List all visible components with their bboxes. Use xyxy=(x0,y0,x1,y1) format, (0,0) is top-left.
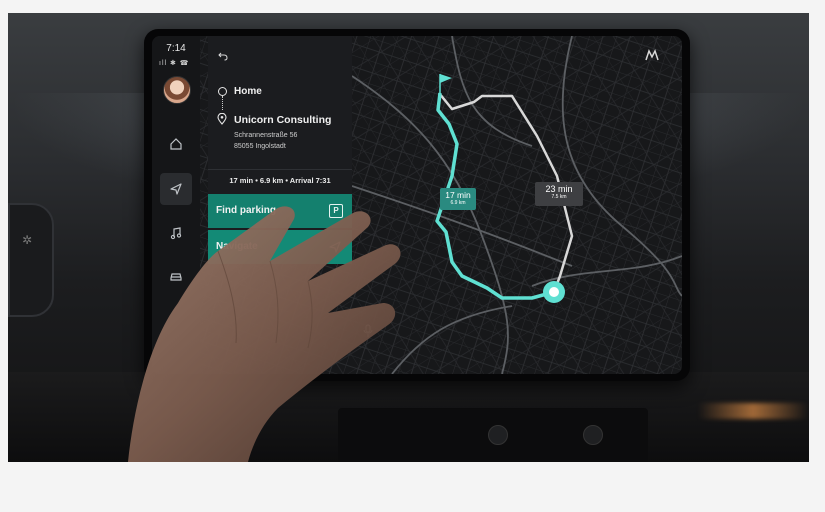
navigate-button[interactable]: Navigate xyxy=(208,230,352,264)
microphone-icon[interactable] xyxy=(362,324,374,338)
car-dashboard-photo: ✲ 17 min 6.9 km 23 min 7.5 km 7:14 ıll ✱… xyxy=(8,13,809,462)
rail-navigation-button[interactable] xyxy=(160,173,192,205)
infotainment-display: 17 min 6.9 km 23 min 7.5 km 7:14 ıll ✱ ☎ xyxy=(144,29,690,381)
console-knob xyxy=(488,425,508,445)
primary-route-eta[interactable]: 17 min 6.9 km xyxy=(440,188,476,210)
navigation-screen: 17 min 6.9 km 23 min 7.5 km 7:14 ıll ✱ ☎ xyxy=(152,36,682,374)
route-panel: Home Unicorn Consulting Schrannenstraße … xyxy=(208,36,352,264)
navigate-label: Navigate xyxy=(216,241,258,252)
alternative-route-distance: 7.5 km xyxy=(551,194,567,200)
avatar[interactable] xyxy=(163,76,191,104)
destination-street: Schrannenstraße 56 xyxy=(234,132,298,139)
clock: 7:14 xyxy=(166,43,186,54)
primary-route-distance: 6.9 km xyxy=(450,200,466,206)
alternative-route-eta[interactable]: 23 min 7.5 km xyxy=(535,182,583,206)
console-knob xyxy=(583,425,603,445)
rail-vehicle-button[interactable] xyxy=(160,260,192,292)
origin-label[interactable]: Home xyxy=(234,86,262,97)
back-icon[interactable] xyxy=(218,51,228,61)
primary-route-time: 17 min xyxy=(445,190,471,200)
music-note-icon xyxy=(170,227,182,240)
route-connector xyxy=(222,96,224,110)
ambient-light xyxy=(698,403,808,419)
home-icon xyxy=(170,138,182,150)
location-pin-icon xyxy=(217,113,227,125)
fan-icon: ✲ xyxy=(22,233,33,247)
destination-name[interactable]: Unicorn Consulting xyxy=(234,114,331,126)
current-location-marker xyxy=(543,281,565,303)
rail-home-button[interactable] xyxy=(160,128,192,160)
navigation-arrow-icon xyxy=(170,183,182,195)
destination-city: 85055 Ingolstadt xyxy=(234,143,286,150)
origin-dot-icon xyxy=(218,87,227,96)
find-parking-label: Find parking xyxy=(216,205,276,216)
navigation-arrow-icon xyxy=(329,241,341,253)
divider xyxy=(208,169,352,170)
center-console xyxy=(338,408,648,462)
alternative-route-time: 23 min xyxy=(545,184,573,194)
brand-logo-icon xyxy=(645,49,659,61)
rail-media-button[interactable] xyxy=(160,217,192,249)
air-vent: ✲ xyxy=(8,203,54,317)
parking-icon: P xyxy=(329,204,343,218)
car-icon xyxy=(170,273,182,281)
side-navigation-rail: 7:14 ıll ✱ ☎ xyxy=(152,36,200,374)
trip-summary: 17 min • 6.9 km • Arrival 7:31 xyxy=(229,176,331,185)
status-icons: ıll ✱ ☎ xyxy=(159,60,190,67)
find-parking-button[interactable]: Find parking P xyxy=(208,194,352,228)
